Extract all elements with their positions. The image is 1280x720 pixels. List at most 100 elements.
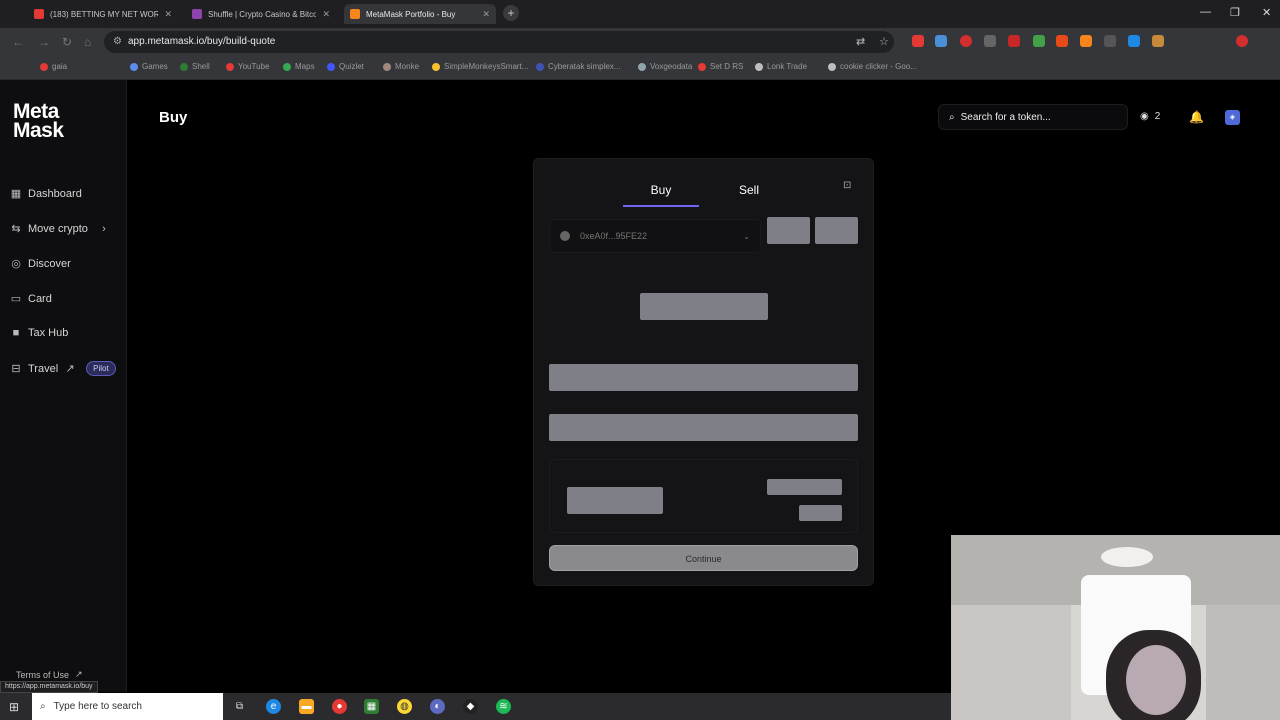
minecraft-icon[interactable]: ▦ — [364, 699, 379, 714]
token-search[interactable]: ⌕ — [938, 104, 1128, 130]
new-tab-button[interactable]: + — [503, 5, 519, 21]
bookmark-label: cookie clicker - Goo... — [840, 62, 917, 71]
chrome-icon[interactable]: ● — [332, 699, 347, 714]
close-window-icon[interactable]: ✕ — [1262, 6, 1271, 19]
bookmark[interactable]: Quizlet — [327, 62, 364, 71]
browser-tab-metamask[interactable]: MetaMask Portfolio - Buy ✕ — [344, 4, 496, 24]
external-link-icon: ↗ — [65, 362, 75, 375]
restore-icon[interactable]: ❐ — [1230, 6, 1240, 19]
edge-icon[interactable]: e — [266, 699, 281, 714]
bookmark[interactable]: Set D RS — [698, 62, 743, 71]
forward-icon[interactable]: → — [38, 35, 50, 49]
home-icon[interactable]: ⌂ — [84, 35, 91, 49]
bookmark[interactable]: gaia — [40, 62, 67, 71]
spotify-icon[interactable]: ≋ — [496, 699, 511, 714]
bookmark[interactable]: Voxgeodata — [638, 62, 692, 71]
status-url-tooltip: https://app.metamask.io/buy — [0, 681, 98, 693]
settings-icon[interactable]: ⊡ — [843, 180, 851, 191]
wallet-icon — [560, 231, 570, 241]
bookmark-icon — [698, 62, 706, 71]
sidebar-item-travel[interactable]: ⊟ Travel ↗ Pilot — [10, 361, 116, 376]
bookmark[interactable]: Shell — [180, 62, 210, 71]
sidebar-item-tax-hub[interactable]: ■ Tax Hub — [10, 327, 69, 339]
skeleton-quote-fee — [799, 505, 842, 521]
extension-icon[interactable] — [935, 35, 947, 47]
bookmark-icon — [536, 62, 544, 71]
bookmark-icon — [283, 62, 291, 71]
webcam-wall — [1206, 605, 1280, 720]
page-title: Buy — [159, 109, 188, 126]
close-tab-icon[interactable]: ✕ — [482, 9, 490, 20]
search-input[interactable] — [960, 111, 1111, 123]
translate-icon[interactable]: ⇄ — [856, 35, 865, 48]
tab-sell[interactable]: Sell — [711, 183, 787, 197]
reload-icon[interactable]: ↻ — [62, 35, 72, 49]
bookmark-label: Maps — [295, 62, 315, 71]
snapchat-icon[interactable]: ◍ — [397, 699, 412, 714]
metamask-extension-icon[interactable] — [1080, 35, 1092, 47]
coins-icon: ◉ — [1140, 111, 1149, 122]
sidebar-item-card[interactable]: ▭ Card — [10, 293, 52, 305]
sidebar-item-dashboard[interactable]: ▦ Dashboard — [10, 188, 82, 200]
skeleton-provider — [567, 487, 663, 514]
extension-icon[interactable] — [1056, 35, 1068, 47]
browser-tab-youtube[interactable]: (183) BETTING MY NET WORTH ✕ — [28, 4, 178, 24]
bookmark[interactable]: SimpleMonkeysSmart... — [432, 62, 528, 71]
bookmark-label: Monke — [395, 62, 420, 71]
bookmark[interactable]: Maps — [283, 62, 315, 71]
site-info-icon[interactable]: ⚙ — [113, 36, 122, 47]
extension-icon[interactable] — [1104, 35, 1116, 47]
back-icon[interactable]: ← — [12, 35, 24, 49]
account-avatar[interactable]: ◈ — [1225, 110, 1240, 125]
extension-icon[interactable] — [912, 35, 924, 47]
file-explorer-icon[interactable]: ▬ — [299, 699, 314, 714]
compass-icon: ◎ — [11, 258, 21, 270]
shuffle-icon — [192, 9, 202, 19]
bookmark[interactable]: Cyberatak simplex... — [536, 62, 620, 71]
extension-icon[interactable] — [1033, 35, 1045, 47]
bookmark-icon — [432, 62, 440, 71]
bookmark[interactable]: YouTube — [226, 62, 269, 71]
bookmark-star-icon[interactable]: ☆ — [879, 35, 889, 48]
profile-avatar[interactable] — [1236, 35, 1248, 47]
bookmark[interactable]: Games — [130, 62, 168, 71]
sidebar-item-move-crypto[interactable]: ⇆ Move crypto › — [10, 223, 110, 235]
logo-line: Mask — [13, 119, 64, 142]
bookmark-label: gaia — [52, 62, 68, 71]
extension-icon[interactable] — [1152, 35, 1164, 47]
bell-icon[interactable]: 🔔 — [1189, 110, 1204, 124]
taskbar-search[interactable]: ⌕ Type here to search — [32, 693, 223, 720]
close-tab-icon[interactable]: ✕ — [322, 9, 330, 20]
wallet-selector[interactable]: 0xeA0f...95FE22 ⌄ — [549, 219, 761, 253]
extension-icon[interactable] — [1008, 35, 1020, 47]
tab-buy[interactable]: Buy — [623, 183, 699, 207]
windows-start-icon[interactable]: ⊞ — [9, 700, 19, 714]
sidebar-item-discover[interactable]: ◎ Discover — [10, 258, 71, 270]
bookmark-icon — [383, 62, 391, 71]
task-view-icon[interactable]: ⧉ — [232, 699, 247, 714]
continue-button[interactable]: Continue — [549, 545, 858, 571]
quote-box — [549, 459, 858, 533]
bookmark[interactable]: Lonk Trade — [755, 62, 807, 71]
terms-of-use-link[interactable]: Terms of Use ↗ — [16, 669, 83, 680]
search-icon: ⌕ — [40, 701, 46, 712]
bookmark-label: Games — [142, 62, 168, 71]
sidebar-item-label: Card — [28, 293, 52, 305]
omnibox[interactable]: ⚙ app.metamask.io/buy/build-quote ⇄ ☆ — [104, 31, 894, 53]
close-tab-icon[interactable]: ✕ — [164, 9, 172, 20]
extension-icon[interactable] — [1128, 35, 1140, 47]
bookmark[interactable]: cookie clicker - Goo... — [828, 62, 917, 71]
bookmark[interactable]: Monke — [383, 62, 419, 71]
extension-icon[interactable] — [984, 35, 996, 47]
extension-icon[interactable] — [960, 35, 972, 47]
metamask-logo[interactable]: Meta Mask — [13, 101, 64, 142]
browser-tab-shuffle[interactable]: Shuffle | Crypto Casino & Bitco... ✕ — [186, 4, 336, 24]
skeleton-region — [767, 217, 810, 244]
activity-indicator[interactable]: ◉ 2 — [1140, 111, 1160, 122]
sidebar: Meta Mask ▦ Dashboard ⇆ Move crypto › ◎ … — [0, 80, 127, 692]
webcam-overlay — [951, 535, 1280, 720]
minimize-icon[interactable]: — — [1200, 6, 1211, 18]
app-icon[interactable]: ◆ — [463, 699, 478, 714]
bookmark-icon — [828, 62, 836, 71]
discord-icon[interactable]: ◐ — [430, 699, 445, 714]
